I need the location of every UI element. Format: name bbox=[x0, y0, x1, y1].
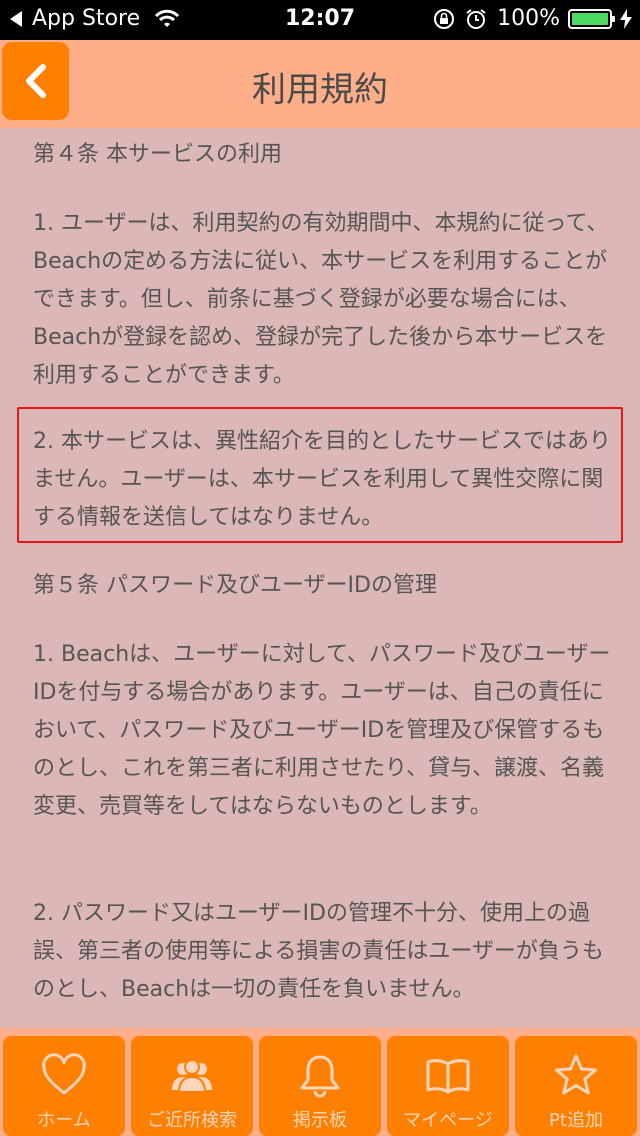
tab-label: 掲示板 bbox=[293, 1110, 347, 1131]
terms-paragraph: 1. Beachは、ユーザーに対して、パスワード及びユーザーIDを付与する場合が… bbox=[33, 642, 611, 819]
terms-paragraph: 2. パスワード又はユーザーIDの管理不十分、使用上の過誤、第三者の使用等による… bbox=[33, 901, 604, 1002]
status-bar: App Store 12:07 100% bbox=[0, 0, 640, 40]
tab-bar: ホーム ご近所検索 掲示板 マイページ Pt追加 bbox=[0, 1028, 640, 1136]
star-icon bbox=[555, 1054, 597, 1095]
page-title: 利用規約 bbox=[252, 70, 388, 110]
header-bar: 利用規約 bbox=[0, 40, 640, 128]
bell-icon bbox=[300, 1055, 340, 1098]
book-icon bbox=[426, 1059, 470, 1094]
terms-paragraph: 1. ユーザーは、利用契約の有効期間中、本規約に従って、Beachの定める方法に… bbox=[33, 211, 609, 388]
tab-add-points[interactable]: Pt追加 bbox=[515, 1036, 637, 1136]
alarm-icon bbox=[466, 8, 486, 29]
tab-label: ご近所検索 bbox=[147, 1110, 237, 1131]
tab-nearby-search[interactable]: ご近所検索 bbox=[131, 1036, 253, 1136]
orientation-lock-icon bbox=[434, 8, 455, 29]
heart-icon bbox=[42, 1053, 86, 1095]
section-heading: 第５条 パスワード及びユーザーIDの管理 bbox=[33, 573, 437, 598]
people-icon bbox=[172, 1059, 212, 1093]
tab-home[interactable]: ホーム bbox=[3, 1036, 125, 1136]
battery-icon bbox=[568, 8, 615, 29]
terms-content[interactable]: 第４条 本サービスの利用 1. ユーザーは、利用契約の有効期間中、本規約に従って… bbox=[0, 128, 640, 1028]
tab-label: ホーム bbox=[37, 1110, 91, 1131]
charging-icon bbox=[620, 8, 632, 29]
section-heading: 第４条 本サービスの利用 bbox=[33, 142, 282, 167]
status-bar-right: 100% bbox=[433, 6, 632, 31]
tab-bulletin-board[interactable]: 掲示板 bbox=[259, 1036, 381, 1136]
battery-percent: 100% bbox=[497, 6, 560, 31]
tab-label: マイページ bbox=[403, 1110, 493, 1131]
terms-paragraph-highlighted: 2. 本サービスは、異性紹介を目的としたサービスではありません。ユーザーは、本サ… bbox=[33, 429, 611, 530]
tab-my-page[interactable]: マイページ bbox=[387, 1036, 509, 1136]
tab-label: Pt追加 bbox=[549, 1110, 603, 1131]
